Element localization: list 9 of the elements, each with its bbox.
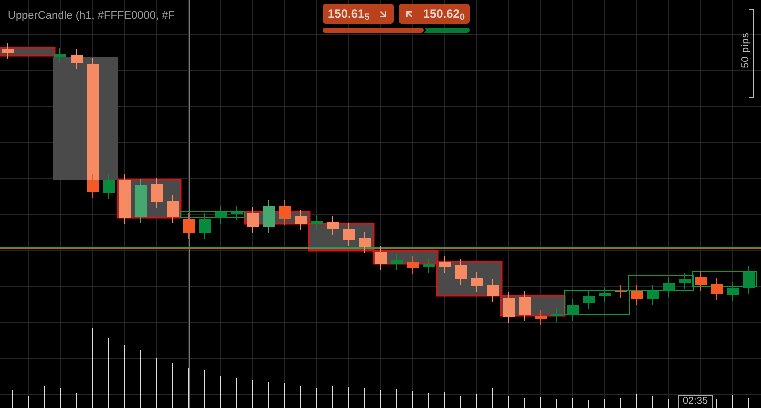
sell-price-button[interactable]: 150.61$_{5}$ (323, 4, 394, 24)
diagonal-arrow-icon (378, 8, 389, 20)
diagonal-arrow-icon (404, 8, 415, 20)
indicator-label: UpperCandle (h1, #FFFE0000, #F (8, 10, 175, 22)
price-zone-outline (692, 272, 758, 288)
scale-label: 50 pips (740, 32, 752, 68)
buy-price-button[interactable]: 150.62$_{0}$ (399, 4, 470, 24)
time-marker: 02:35 (678, 395, 714, 408)
price-zone-outline (180, 212, 246, 218)
